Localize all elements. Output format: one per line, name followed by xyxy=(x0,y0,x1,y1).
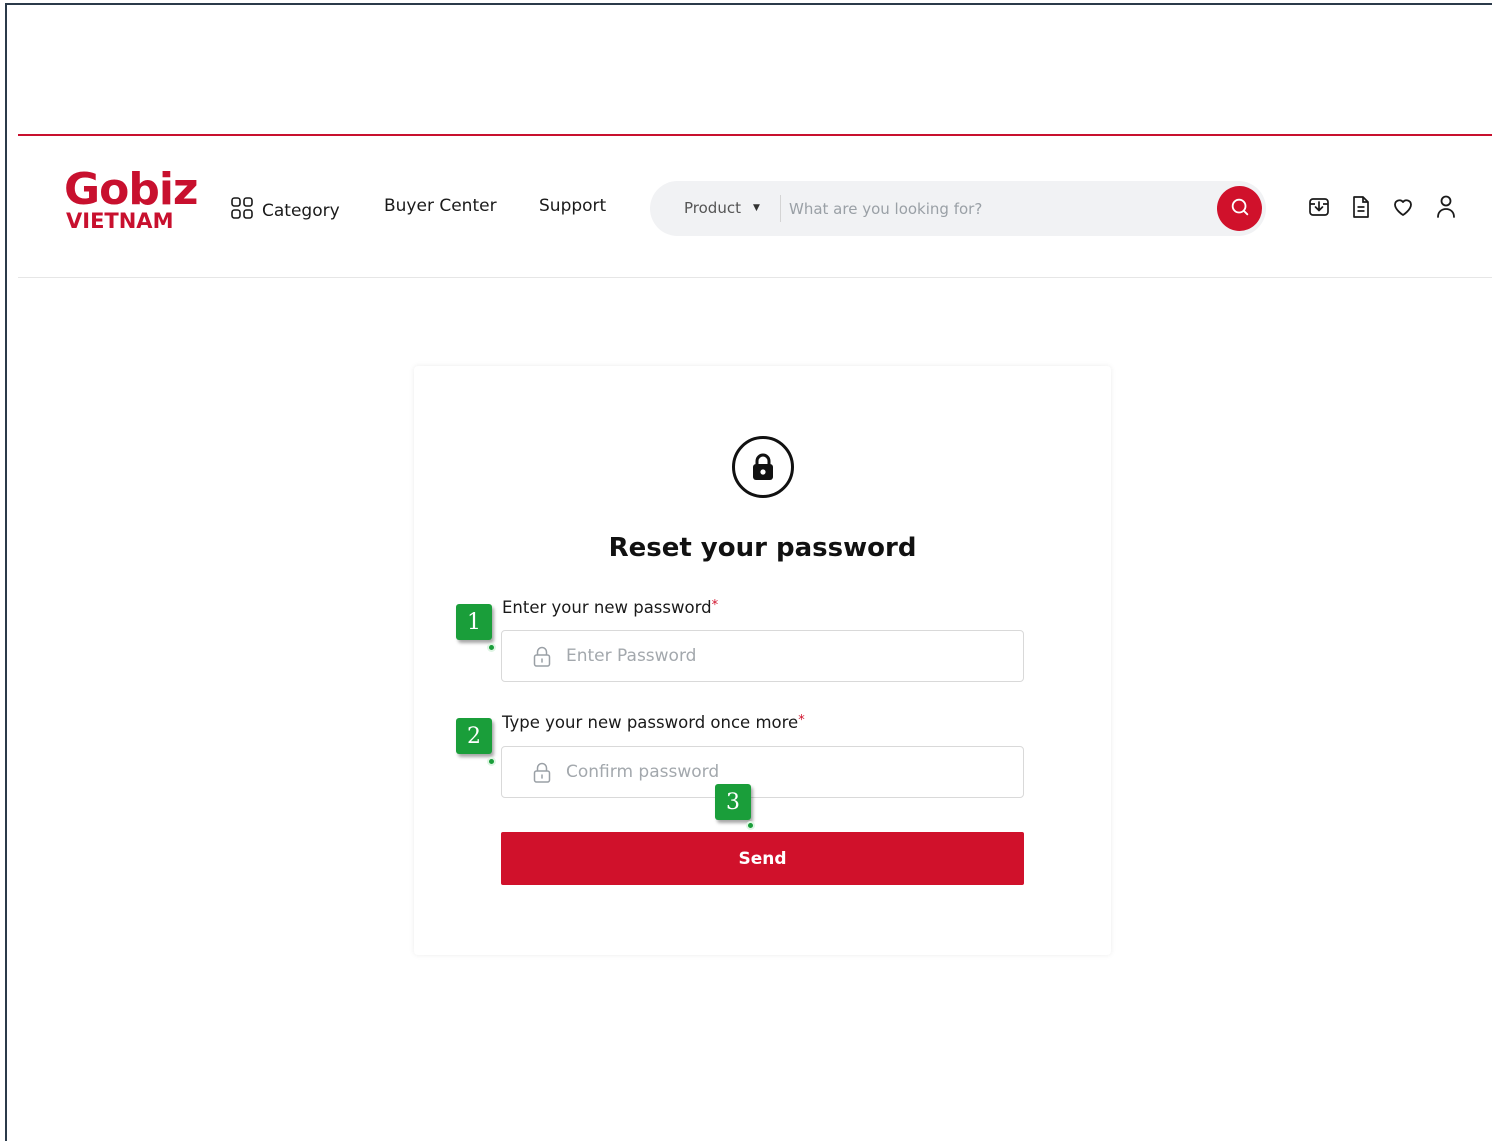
send-button[interactable]: Send xyxy=(501,832,1024,885)
annotation-pointer-2 xyxy=(487,757,496,766)
required-mark: * xyxy=(711,598,719,613)
header-divider xyxy=(18,277,1492,278)
annotation-marker-3: 3 xyxy=(715,784,751,820)
nav-category[interactable]: Category xyxy=(230,196,340,225)
search-divider xyxy=(780,195,781,222)
required-mark: * xyxy=(798,713,805,728)
confirm-password-label: Type your new password once more* xyxy=(502,713,805,732)
search-scope-select[interactable]: Product ▼ xyxy=(684,199,760,217)
confirm-password-input[interactable] xyxy=(566,757,986,787)
search-input[interactable] xyxy=(789,193,1209,224)
logo-wordmark: Gobiz xyxy=(64,164,199,215)
caret-down-icon: ▼ xyxy=(752,203,760,213)
page-title: Reset your password xyxy=(608,533,917,563)
nav-category-label: Category xyxy=(262,200,340,221)
search-scope-value: Product xyxy=(684,199,741,217)
nav-buyer-center[interactable]: Buyer Center xyxy=(384,196,497,216)
download-box-icon[interactable] xyxy=(1306,194,1332,220)
search-button[interactable] xyxy=(1217,186,1262,231)
annotation-pointer-3 xyxy=(746,821,755,830)
search-bar: Product ▼ xyxy=(650,181,1266,236)
padlock-icon xyxy=(532,761,552,783)
new-password-input[interactable] xyxy=(566,641,986,671)
heart-icon[interactable] xyxy=(1390,194,1416,220)
padlock-icon xyxy=(532,645,552,667)
confirm-password-label-text: Type your new password once more xyxy=(502,713,799,732)
new-password-label: Enter your new password* xyxy=(502,598,718,617)
document-icon[interactable] xyxy=(1348,194,1374,220)
nav-support[interactable]: Support xyxy=(539,196,606,216)
gobiz-logo[interactable]: Gobiz VIETNAM xyxy=(64,164,199,240)
top-accent-rule xyxy=(18,134,1492,136)
new-password-label-text: Enter your new password xyxy=(502,598,712,617)
confirm-password-field[interactable] xyxy=(501,746,1024,798)
annotation-marker-1: 1 xyxy=(456,604,492,640)
new-password-field[interactable] xyxy=(501,630,1024,682)
grid-icon xyxy=(230,196,254,225)
annotation-pointer-1 xyxy=(487,643,496,652)
user-icon[interactable] xyxy=(1433,194,1459,220)
lock-icon xyxy=(732,436,794,498)
annotation-marker-2: 2 xyxy=(456,718,492,754)
search-icon xyxy=(1229,196,1251,221)
